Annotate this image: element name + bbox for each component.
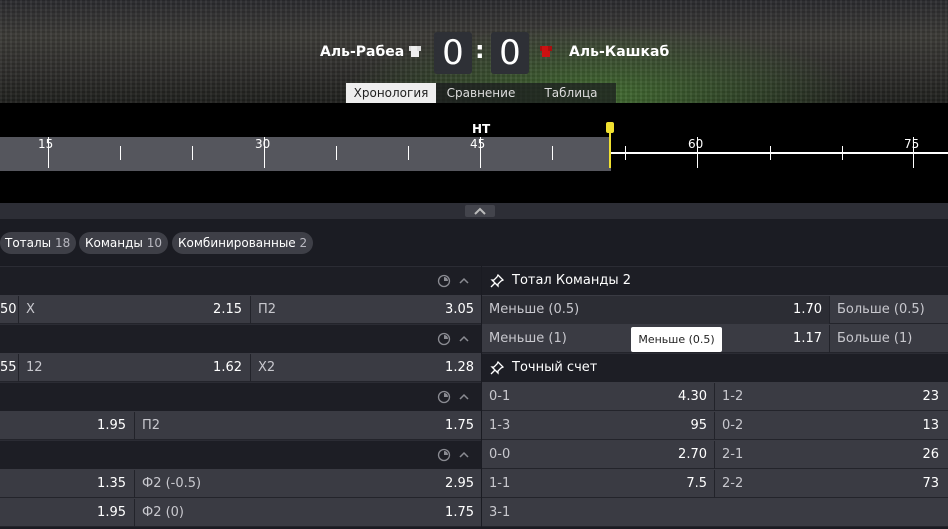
filter-label: Команды [85,236,143,250]
team1-name: Аль-Рабеа [320,44,405,60]
timeline-label-75: 75 [904,137,920,151]
outcome-label: П2 [258,302,277,317]
odds-value[interactable]: 3.05 [380,296,474,324]
timeline-minor-tick [842,146,843,160]
pin-icon[interactable] [490,361,504,375]
market-header [0,266,481,295]
team1-shirt-icon [409,44,421,58]
timeline-minor-tick [336,146,337,160]
filter-count: 10 [146,236,162,250]
odds-value[interactable]: 1.95 [30,499,126,527]
odds-value[interactable]: 73 [840,470,939,498]
timeline-label-45: 45 [470,137,486,151]
outcome-label: Меньше (0.5) [489,302,580,317]
timeline-minor-tick [408,146,409,160]
odds-value[interactable]: 2.95 [380,470,474,498]
outcome-label: X2 [258,360,276,375]
team2-name: Аль-Кашкаб [569,44,670,60]
current-minute-marker [606,122,614,133]
odds-value[interactable]: 55 [0,354,17,382]
chevron-up-icon[interactable] [459,335,469,343]
team2-shirt-icon [540,44,552,58]
market-title: Точный счет [512,360,598,375]
elapsed-bar [0,137,611,171]
market-row [482,498,948,527]
odds-value[interactable]: 95 [600,412,707,440]
outcome-label: Больше (0.5) [837,302,925,317]
chevron-up-icon[interactable] [459,451,469,459]
outcome-label: Меньше (1) [489,331,567,346]
filter-totals[interactable]: Тоталы 18 [0,232,77,254]
outcome-label: 1-2 [722,389,744,404]
half-time-label: HT [472,122,491,136]
timeline-label-15: 15 [38,137,54,151]
outcome-label: Больше (1) [837,331,913,346]
timeline-minor-tick [192,146,193,160]
odds-value[interactable]: 2.70 [600,441,707,469]
odds-value[interactable]: 1.95 [30,412,126,440]
filter-teams[interactable]: Команды 10 [79,232,168,254]
outcome-label: 0-2 [722,418,744,433]
odds-value[interactable]: 4.30 [600,383,707,411]
stats-icon[interactable] [437,274,451,288]
pin-icon[interactable] [490,274,504,288]
odds-value[interactable]: 7.5 [600,470,707,498]
odds-value[interactable]: 1.35 [30,470,126,498]
outcome-label: Ф2 (0) [142,505,185,520]
filter-count: 18 [55,236,71,250]
outcome-label: 0-0 [489,447,511,462]
market-header [0,382,481,411]
filter-count: 2 [299,236,308,250]
timeline-minor-tick [120,146,121,160]
collapse-button[interactable] [465,205,495,217]
odds-value[interactable]: 2.15 [150,296,242,324]
stats-icon[interactable] [437,332,451,346]
outcome-label: 3-1 [489,505,511,520]
market-title: Тотал Команды 2 [512,273,631,288]
odds-value[interactable]: 1.75 [380,412,474,440]
tab-table[interactable]: Таблица [526,83,616,103]
stats-icon[interactable] [437,390,451,404]
timeline-minor-tick [625,146,626,160]
outcome-label: Ф2 (-0.5) [142,476,202,491]
odds-value[interactable]: 50 [0,296,17,324]
odds-value[interactable]: 1.62 [150,354,242,382]
outcome-label: 12 [26,360,43,375]
outcome-label: 2-2 [722,476,744,491]
odds-value[interactable]: 23 [840,383,939,411]
market-header [0,440,481,469]
current-minute-line [609,133,611,168]
stats-icon[interactable] [437,448,451,462]
filter-combined[interactable]: Комбинированные 2 [172,232,314,254]
outcome-label: 0-1 [489,389,511,404]
score-separator: : [475,36,485,64]
filter-label: Тоталы [5,236,52,250]
outcome-label: X [26,302,35,317]
chevron-up-icon[interactable] [459,393,469,401]
odds-value[interactable]: 13 [840,412,939,440]
team2-score: 0 [491,32,529,74]
tab-chronology[interactable]: Хронология [346,83,436,103]
outcome-label: 2-1 [722,447,744,462]
chevron-up-icon[interactable] [459,277,469,285]
outcome-label: 1-1 [489,476,511,491]
odds-value[interactable]: 1.28 [380,354,474,382]
team1-score: 0 [434,32,472,74]
tab-comparison[interactable]: Сравнение [436,83,526,103]
outcome-label: 1-3 [489,418,511,433]
remaining-line [611,152,948,154]
odds-value[interactable]: 1.75 [380,499,474,527]
chevron-up-icon [474,207,486,215]
timeline-minor-tick [552,146,553,160]
market-header [0,324,481,353]
timeline-label-30: 30 [255,137,271,151]
odds-tooltip: Меньше (0.5) [631,327,722,352]
outcome-label: П2 [142,418,161,433]
timeline-label-60: 60 [688,137,704,151]
filter-label: Комбинированные [178,236,296,250]
timeline-minor-tick [770,146,771,160]
odds-value[interactable]: 1.70 [700,296,822,324]
odds-value[interactable]: 26 [840,441,939,469]
